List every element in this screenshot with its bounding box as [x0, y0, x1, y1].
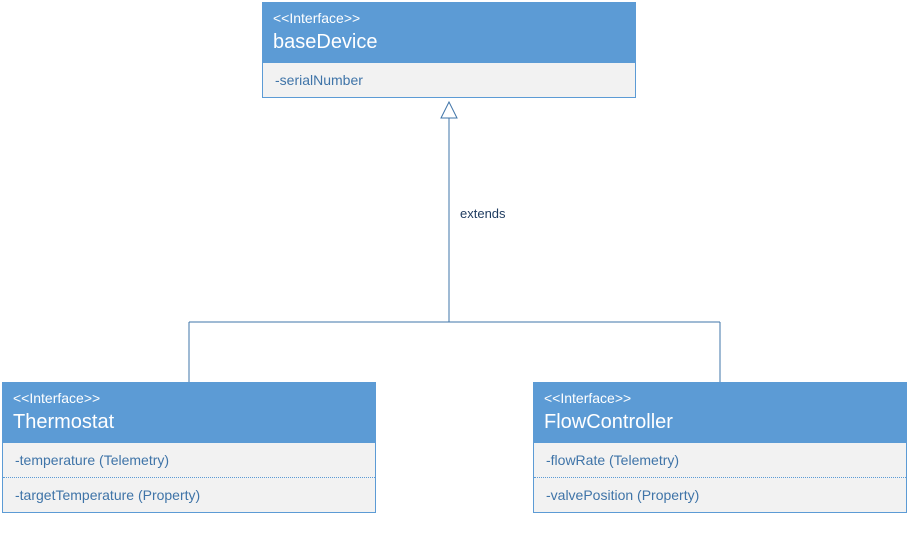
class-body: -serialNumber [263, 63, 635, 97]
attribute-row: -valvePosition (Property) [534, 478, 906, 512]
class-box-thermostat: <<Interface>> Thermostat -temperature (T… [2, 382, 376, 513]
class-header: <<Interface>> baseDevice [263, 3, 635, 63]
stereotype-label: <<Interface>> [13, 389, 365, 409]
stereotype-label: <<Interface>> [544, 389, 896, 409]
attribute-row: -serialNumber [263, 63, 635, 97]
attribute-row: -flowRate (Telemetry) [534, 443, 906, 477]
class-box-basedevice: <<Interface>> baseDevice -serialNumber [262, 2, 636, 98]
class-body: -temperature (Telemetry) -targetTemperat… [3, 443, 375, 512]
stereotype-label: <<Interface>> [273, 9, 625, 29]
class-title: Thermostat [13, 409, 365, 435]
class-header: <<Interface>> FlowController [534, 383, 906, 443]
attribute-row: -targetTemperature (Property) [3, 478, 375, 512]
edge-label-extends: extends [460, 206, 506, 221]
class-header: <<Interface>> Thermostat [3, 383, 375, 443]
class-body: -flowRate (Telemetry) -valvePosition (Pr… [534, 443, 906, 512]
class-title: baseDevice [273, 29, 625, 55]
class-box-flowcontroller: <<Interface>> FlowController -flowRate (… [533, 382, 907, 513]
attribute-row: -temperature (Telemetry) [3, 443, 375, 477]
generalization-arrowhead [441, 102, 457, 118]
class-title: FlowController [544, 409, 896, 435]
